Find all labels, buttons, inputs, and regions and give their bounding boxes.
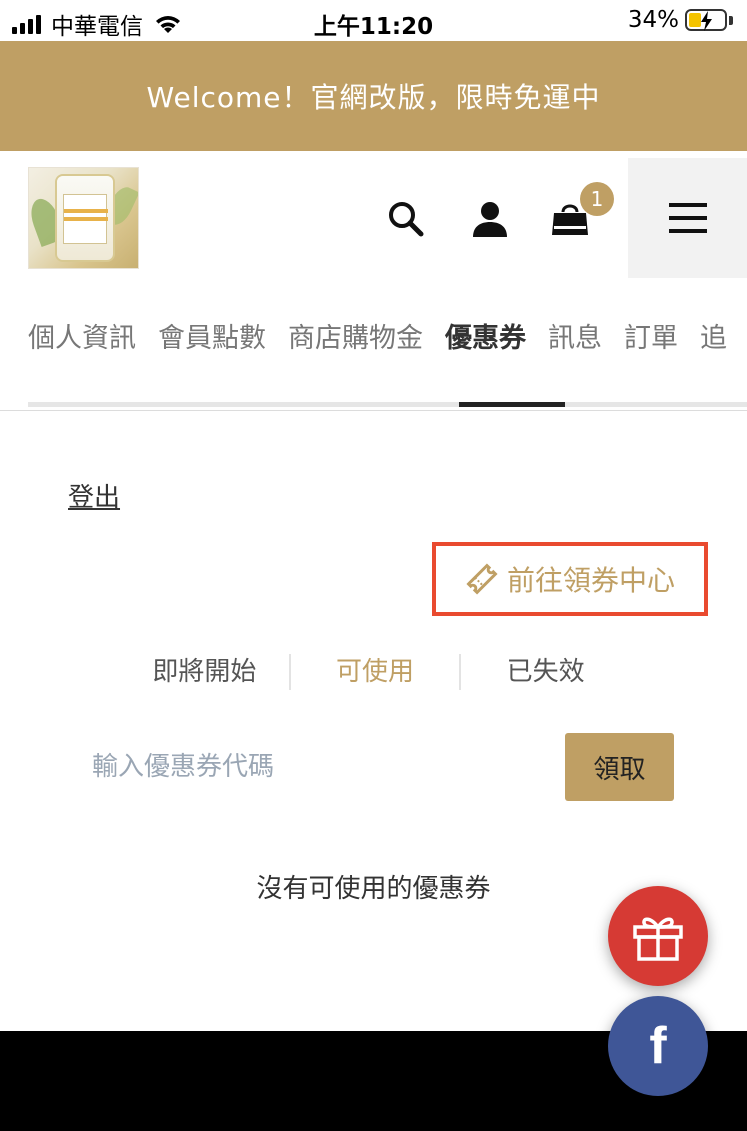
coupon-center-label: 前往領券中心	[506, 564, 675, 597]
tabs-underline-track	[28, 402, 747, 407]
search-icon[interactable]	[386, 199, 426, 239]
logout-link[interactable]: 登出	[68, 477, 120, 514]
brand-logo[interactable]	[28, 167, 139, 269]
coupon-center-link[interactable]: 前往領券中心	[432, 542, 708, 616]
gift-icon	[633, 917, 683, 961]
menu-bar	[668, 216, 707, 220]
app-screen: 中華電信 上午11:20 34% Welcome！官網改版，限時免運中 1 個人…	[0, 0, 747, 1031]
facebook-button[interactable]: f	[608, 996, 708, 1096]
facebook-icon: f	[649, 1017, 667, 1075]
user-icon[interactable]	[470, 199, 510, 239]
battery-icon	[685, 9, 727, 31]
status-right: 34%	[628, 7, 733, 33]
tabs-track: 個人資訊 會員點數 商店購物金 優惠券 訊息 訂單追	[28, 316, 747, 355]
tab-6[interactable]: 追	[700, 316, 727, 355]
site-header: 1	[0, 151, 747, 286]
battery-percent: 34%	[627, 7, 679, 33]
menu-bar	[668, 203, 707, 207]
ticket-icon	[466, 563, 498, 595]
coupon-code-input[interactable]	[92, 743, 532, 791]
tab-4[interactable]: 訊息	[548, 316, 602, 355]
hamburger-menu-button[interactable]	[628, 158, 747, 278]
claim-button[interactable]: 領取	[565, 733, 674, 801]
battery-cap	[729, 15, 733, 25]
promo-banner: Welcome！官網改版，限時免運中	[0, 41, 747, 151]
filter-expired[interactable]: 已失效	[461, 652, 630, 692]
tab-3[interactable]: 優惠券	[445, 316, 526, 355]
account-tabs: 個人資訊 會員點數 商店購物金 優惠券 訊息 訂單追	[28, 286, 747, 410]
cart-count-badge: 1	[580, 182, 614, 216]
tab-5[interactable]: 訂單	[624, 316, 678, 355]
coupon-code-row: 領取	[92, 733, 674, 801]
section-divider	[0, 410, 747, 411]
coupon-status-filters: 即將開始 可使用 已失效	[120, 652, 630, 692]
banner-text: Welcome！官網改版，限時免運中	[146, 81, 601, 114]
gift-button[interactable]	[608, 886, 708, 986]
tab-1[interactable]: 會員點數	[158, 316, 266, 355]
active-tab-indicator	[459, 402, 565, 407]
status-bar: 中華電信 上午11:20 34%	[0, 0, 747, 41]
menu-bar	[668, 229, 707, 233]
filter-upcoming[interactable]: 即將開始	[120, 652, 289, 692]
tab-0[interactable]: 個人資訊	[28, 316, 136, 355]
filter-available[interactable]: 可使用	[291, 652, 460, 692]
candle-jar-image	[57, 176, 113, 260]
tab-2[interactable]: 商店購物金	[288, 316, 423, 355]
